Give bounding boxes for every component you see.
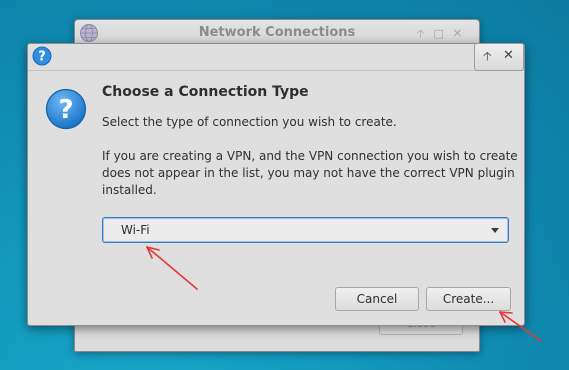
choose-connection-type-dialog: ? 🡡 ✕ ? Choose a Connection Type Select … xyxy=(27,43,525,326)
dropdown-arrow-icon xyxy=(491,228,499,233)
connection-type-dropdown[interactable]: Wi-Fi xyxy=(102,217,509,243)
window-controls[interactable]: 🡡□✕ xyxy=(416,25,471,44)
maximize-button[interactable]: 🡡 xyxy=(483,49,492,63)
close-button[interactable]: ✕ xyxy=(503,49,514,63)
help-icon: ? xyxy=(45,88,87,130)
help-icon: ? xyxy=(32,46,52,66)
dialog-window-controls: 🡡 ✕ xyxy=(474,43,524,71)
dialog-subtitle: Select the type of connection you wish t… xyxy=(102,115,397,129)
vpn-info-line: If you are creating a VPN, and the VPN c… xyxy=(102,149,518,163)
svg-text:?: ? xyxy=(38,50,46,65)
svg-text:?: ? xyxy=(58,95,73,125)
create-button[interactable]: Create... xyxy=(426,287,511,311)
vpn-info-line: does not appear in the list, you may not… xyxy=(102,166,515,180)
dialog-heading: Choose a Connection Type xyxy=(102,84,309,100)
vpn-info-text: If you are creating a VPN, and the VPN c… xyxy=(102,148,518,199)
connection-type-value: Wi-Fi xyxy=(121,223,150,237)
dialog-titlebar: ? 🡡 ✕ xyxy=(28,43,524,71)
vpn-info-line: installed. xyxy=(102,183,157,197)
cancel-button[interactable]: Cancel xyxy=(335,287,419,311)
